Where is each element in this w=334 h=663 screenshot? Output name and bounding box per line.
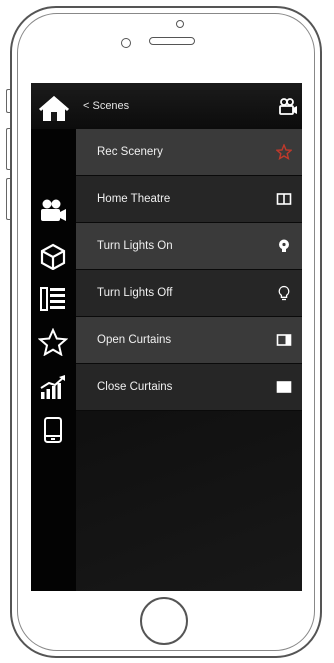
front-camera xyxy=(176,20,184,28)
scene-row-turn-lights-on[interactable]: Turn Lights On xyxy=(76,223,302,270)
top-bar: < Scenes xyxy=(31,83,302,129)
scene-label: Rec Scenery xyxy=(97,146,163,158)
scene-row-rec-scenery[interactable]: Rec Scenery xyxy=(76,129,302,176)
star-outline-icon[interactable] xyxy=(276,144,292,160)
tablet-icon[interactable] xyxy=(38,416,68,444)
devices-list-icon[interactable] xyxy=(38,285,68,313)
scene-row-close-curtains[interactable]: Close Curtains xyxy=(76,364,302,411)
scene-row-turn-lights-off[interactable]: Turn Lights Off xyxy=(76,270,302,317)
scene-camera-icon[interactable] xyxy=(278,97,298,117)
scene-label: Turn Lights On xyxy=(97,240,173,252)
scene-label: Open Curtains xyxy=(97,334,172,346)
home-button[interactable] xyxy=(140,597,188,645)
stats-chart-icon[interactable] xyxy=(38,373,68,401)
sidebar xyxy=(31,129,76,591)
book-icon[interactable] xyxy=(276,191,292,207)
star-icon[interactable] xyxy=(38,328,68,356)
proximity-sensor xyxy=(121,38,131,48)
volume-up-button xyxy=(6,128,10,170)
scene-row-home-theatre[interactable]: Home Theatre xyxy=(76,176,302,223)
scene-row-open-curtains[interactable]: Open Curtains xyxy=(76,317,302,364)
app-screen: < Scenes Rec Scenery Home Theatre Turn L… xyxy=(31,83,302,591)
curtain-closed-icon[interactable] xyxy=(276,379,292,395)
scene-label: Home Theatre xyxy=(97,193,171,205)
scene-label: Close Curtains xyxy=(97,381,173,393)
curtain-open-icon[interactable] xyxy=(276,332,292,348)
volume-down-button xyxy=(6,178,10,220)
scene-label: Turn Lights Off xyxy=(97,287,173,299)
mute-switch xyxy=(6,89,10,113)
home-icon[interactable] xyxy=(37,93,71,123)
scene-camera-icon[interactable] xyxy=(38,198,68,226)
earpiece-speaker xyxy=(149,37,195,45)
scene-list: Rec Scenery Home Theatre Turn Lights On … xyxy=(76,129,302,591)
back-to-scenes-link[interactable]: < Scenes xyxy=(83,100,129,112)
lightbulb-on-icon[interactable] xyxy=(276,238,292,254)
cube-icon[interactable] xyxy=(38,242,68,270)
lightbulb-off-icon[interactable] xyxy=(276,285,292,301)
